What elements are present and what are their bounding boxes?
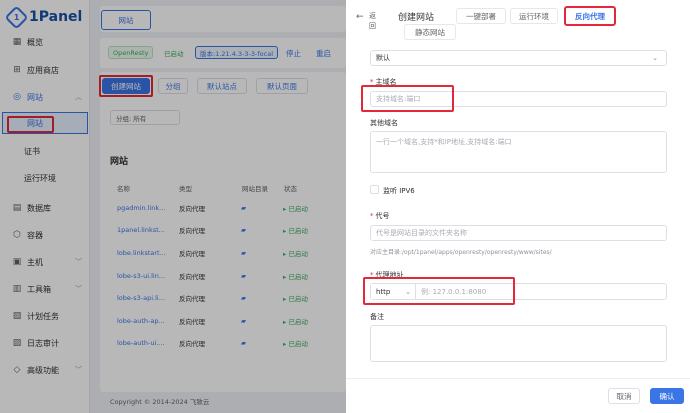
remark-textarea[interactable] <box>370 325 667 362</box>
tab-static-site[interactable]: 静态网站 <box>404 24 456 40</box>
back-link[interactable]: 返回 <box>369 11 379 31</box>
tab-reverse-proxy[interactable]: 反向代理 <box>564 6 616 26</box>
remark-label: 备注 <box>370 313 384 321</box>
highlight-box <box>363 277 515 305</box>
confirm-button[interactable]: 确认 <box>650 388 684 404</box>
tab-one-click[interactable]: 一键部署 <box>456 8 506 24</box>
alias-hint: 对应主目录:/opt/1panel/apps/openresty/openres… <box>370 249 552 256</box>
drawer-backdrop[interactable] <box>0 0 346 413</box>
alias-label-text: 代号 <box>375 212 390 220</box>
ipv6-checkbox[interactable] <box>370 185 379 194</box>
back-arrow-icon[interactable]: ← <box>356 12 364 22</box>
other-domains-label: 其他域名 <box>370 119 398 127</box>
highlight-box <box>361 85 454 112</box>
drawer-title: 创建网站 <box>398 13 435 23</box>
chevron-down-icon: ⌄ <box>652 54 658 62</box>
ipv6-label: 监听 IPV6 <box>383 187 415 195</box>
tab-runtime[interactable]: 运行环境 <box>510 8 558 24</box>
create-site-drawer: ← 返回 创建网站 一键部署 运行环境 反向代理 静态网站 默认 ⌄ * 主域名 … <box>346 0 690 413</box>
alias-input[interactable]: 代号是网站目录的文件夹名称 <box>370 225 667 241</box>
footer-divider <box>346 378 690 379</box>
other-domains-textarea[interactable]: 一行一个域名,支持*和IP地址,支持域名:端口 <box>370 131 667 173</box>
alias-label: * 代号 <box>370 212 390 220</box>
group-select[interactable]: 默认 ⌄ <box>370 50 667 66</box>
cancel-button[interactable]: 取消 <box>608 388 640 404</box>
group-select-value: 默认 <box>376 54 390 62</box>
